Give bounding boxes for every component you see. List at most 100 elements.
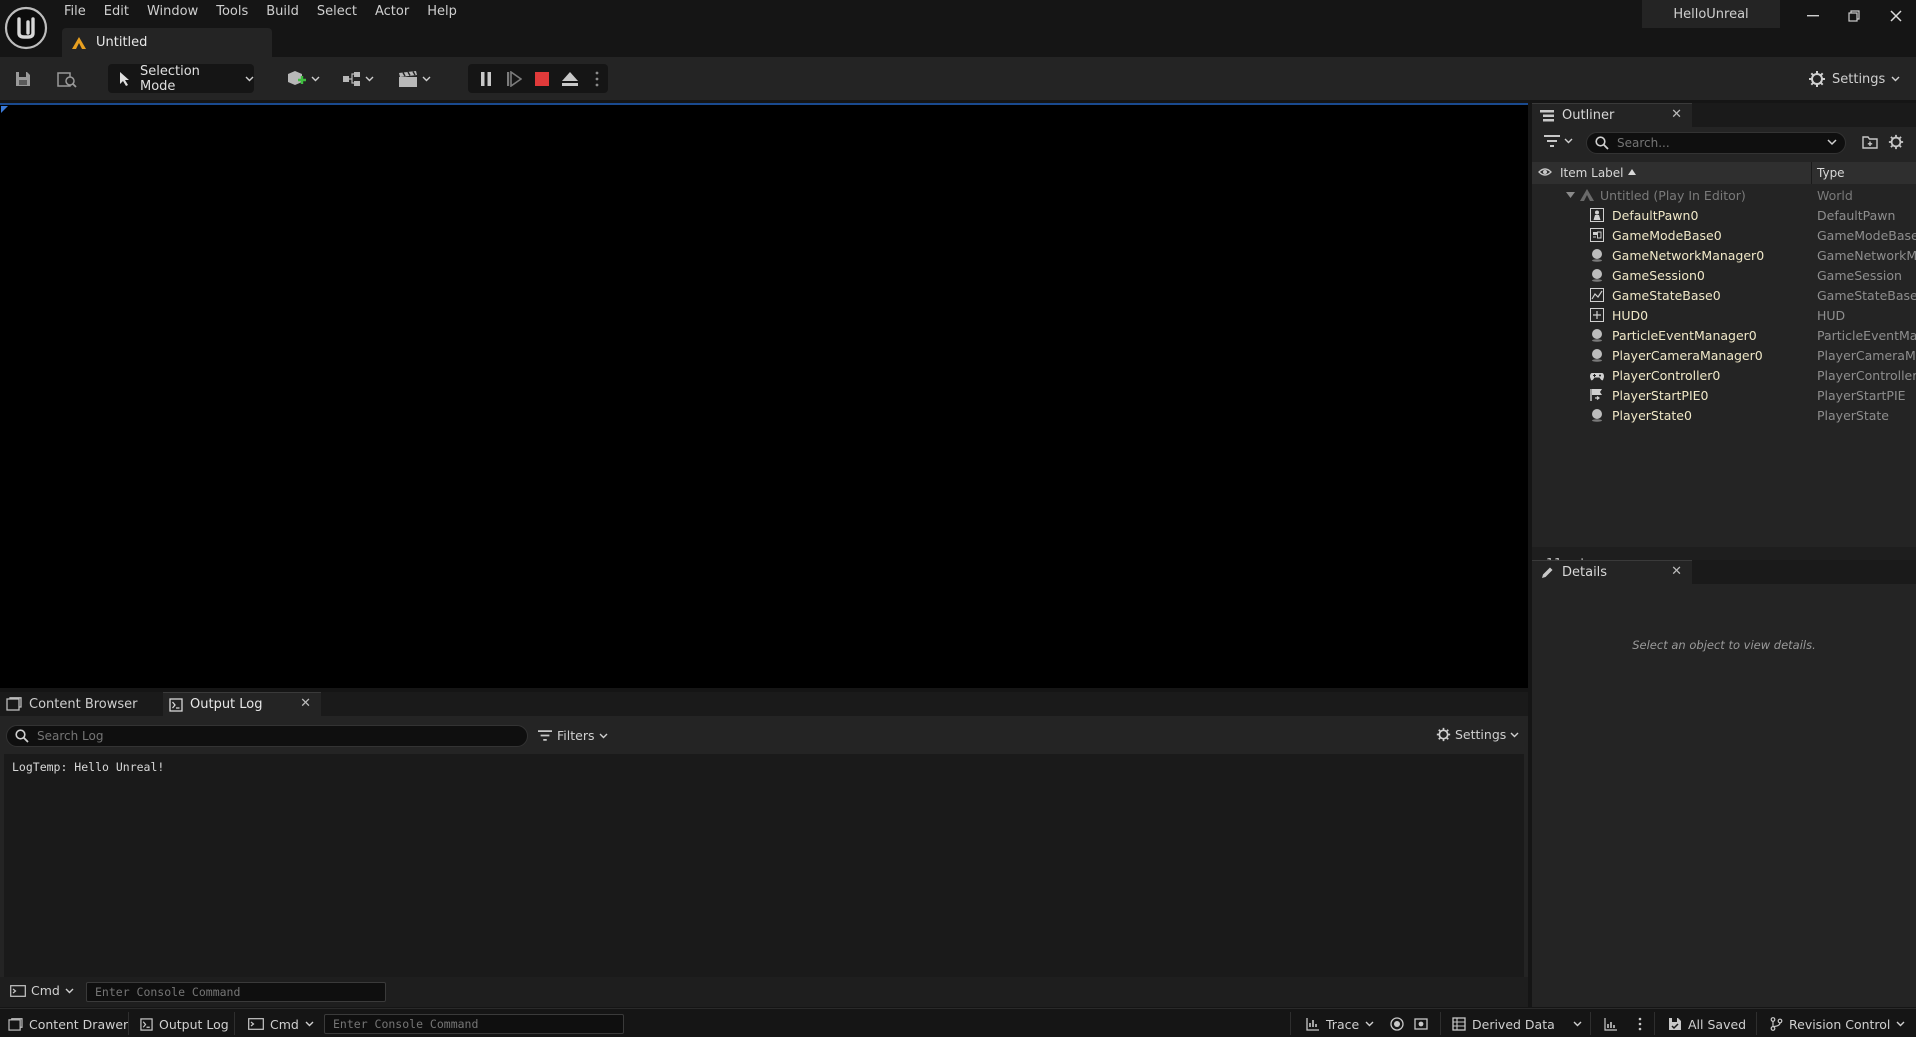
cinematics-button[interactable] xyxy=(396,66,436,92)
menu-edit[interactable]: Edit xyxy=(96,0,139,24)
actor-type: PlayerController xyxy=(1817,367,1916,383)
tree-row[interactable]: GameSession0 GameSession xyxy=(1532,265,1916,285)
tree-row[interactable]: PlayerCameraManager0 PlayerCameraM xyxy=(1532,345,1916,365)
actor-sphere-icon xyxy=(1590,248,1604,262)
console-command-input[interactable] xyxy=(87,983,385,1001)
tree-row[interactable]: GameStateBase0 GameStateBase xyxy=(1532,285,1916,305)
close-icon[interactable]: ✕ xyxy=(1671,107,1682,122)
gear-icon[interactable] xyxy=(1888,134,1904,150)
cmd-dropdown[interactable]: Cmd xyxy=(10,983,74,998)
selection-mode-dropdown[interactable]: Selection Mode xyxy=(108,64,254,94)
more-options-icon[interactable] xyxy=(592,66,602,92)
status-cmd-dropdown[interactable]: Cmd xyxy=(248,1015,314,1033)
expand-arrow-icon[interactable] xyxy=(1566,192,1575,198)
log-output[interactable]: LogTemp: Hello Unreal! xyxy=(4,754,1524,980)
revision-control-dropdown[interactable]: Revision Control xyxy=(1770,1015,1905,1033)
chevron-down-icon xyxy=(65,988,74,994)
outliner-body: Item Label Type Untitled (Play In Editor… xyxy=(1532,127,1916,579)
world-name: Untitled (Play In Editor) xyxy=(1600,187,1746,203)
title-bar: File Edit Window Tools Build Select Acto… xyxy=(0,0,1916,57)
menu-window[interactable]: Window xyxy=(139,0,208,24)
tree-row[interactable]: PlayerState0 PlayerState xyxy=(1532,405,1916,425)
menu-file[interactable]: File xyxy=(56,0,96,24)
close-icon[interactable]: ✕ xyxy=(300,696,311,711)
chevron-down-icon xyxy=(1891,76,1900,82)
pause-icon[interactable] xyxy=(476,66,496,92)
add-actor-button[interactable] xyxy=(284,66,324,92)
chevron-down-icon xyxy=(245,76,254,82)
level-viewport[interactable] xyxy=(0,103,1528,688)
content-drawer-button[interactable]: Content Drawer xyxy=(8,1015,128,1033)
eject-icon[interactable] xyxy=(560,66,580,92)
screenshot-icon[interactable] xyxy=(1414,1015,1428,1033)
restore-button[interactable] xyxy=(1837,4,1871,28)
source-control-icon[interactable] xyxy=(1604,1015,1618,1033)
game-mode-icon xyxy=(1590,228,1604,242)
filters-button[interactable]: Filters xyxy=(538,728,608,743)
column-type[interactable]: Type xyxy=(1817,166,1845,180)
menu-select[interactable]: Select xyxy=(309,0,367,24)
details-tab[interactable]: Details ✕ xyxy=(1532,560,1692,584)
actor-sphere-icon xyxy=(1590,328,1604,342)
actor-type: PlayerStartPIE xyxy=(1817,387,1906,403)
status-console-command-input[interactable] xyxy=(325,1015,623,1033)
tree-row[interactable]: GameNetworkManager0 GameNetworkM xyxy=(1532,245,1916,265)
browse-level-icon[interactable] xyxy=(54,66,80,92)
tree-row[interactable]: PlayerStartPIE0 PlayerStartPIE xyxy=(1532,385,1916,405)
tree-row-world[interactable]: Untitled (Play In Editor) World xyxy=(1532,185,1916,205)
tree-row[interactable]: ParticleEventManager0 ParticleEventMa xyxy=(1532,325,1916,345)
hud-icon xyxy=(1590,308,1604,322)
tab-output-log[interactable]: Output Log ✕ xyxy=(163,692,321,716)
close-window-button[interactable] xyxy=(1879,4,1913,28)
actor-type: DefaultPawn xyxy=(1817,207,1896,223)
menu-tools[interactable]: Tools xyxy=(208,0,258,24)
toolbar-settings-button[interactable]: Settings xyxy=(1808,66,1900,92)
column-item-label[interactable]: Item Label xyxy=(1560,166,1624,180)
toolbar-settings-label: Settings xyxy=(1832,71,1886,87)
save-icon[interactable] xyxy=(12,66,34,92)
level-tab[interactable]: Untitled xyxy=(62,28,272,57)
outliner-tab[interactable]: Outliner ✕ xyxy=(1532,103,1692,127)
trace-dropdown[interactable]: Trace xyxy=(1306,1015,1374,1033)
game-state-icon xyxy=(1590,288,1604,302)
filter-icon xyxy=(538,730,552,741)
log-search-box[interactable] xyxy=(6,725,528,747)
record-icon[interactable] xyxy=(1390,1015,1404,1033)
outliner-panel: Outliner ✕ Search... Item Label Type Unt… xyxy=(1532,103,1916,579)
trace-icon xyxy=(1306,1017,1320,1031)
stop-icon[interactable] xyxy=(532,66,552,92)
log-search-input[interactable] xyxy=(37,729,517,743)
tree-row[interactable]: DefaultPawn0 DefaultPawn xyxy=(1532,205,1916,225)
menu-build[interactable]: Build xyxy=(258,0,309,24)
outliner-search-box[interactable] xyxy=(1586,132,1846,154)
status-console-command-box[interactable] xyxy=(324,1014,624,1034)
close-icon[interactable]: ✕ xyxy=(1671,564,1682,579)
filter-button[interactable] xyxy=(1544,135,1573,147)
status-output-log-button[interactable]: Output Log xyxy=(140,1015,229,1033)
trace-label: Trace xyxy=(1326,1016,1360,1032)
tree-row[interactable]: PlayerController0 PlayerController xyxy=(1532,365,1916,385)
bottom-panel: Content Browser Output Log ✕ Filters xyxy=(0,692,1528,1007)
menu-help[interactable]: Help xyxy=(419,0,467,24)
derived-data-dropdown[interactable]: Derived Data xyxy=(1452,1015,1582,1033)
minimize-button[interactable] xyxy=(1796,4,1830,28)
visibility-eye-icon[interactable] xyxy=(1538,167,1552,177)
blueprint-menu-button[interactable] xyxy=(340,66,380,92)
frame-skip-icon[interactable] xyxy=(504,66,524,92)
more-options-icon[interactable] xyxy=(1638,1015,1642,1033)
outliner-search-input[interactable] xyxy=(1617,136,1817,150)
database-icon xyxy=(1452,1017,1466,1031)
all-saved-button[interactable]: All Saved xyxy=(1668,1015,1746,1033)
tab-content-browser[interactable]: Content Browser xyxy=(0,692,160,716)
menu-actor[interactable]: Actor xyxy=(367,0,419,24)
chevron-down-icon xyxy=(1896,1021,1905,1027)
log-settings-button[interactable]: Settings xyxy=(1436,727,1519,742)
unreal-logo-icon[interactable] xyxy=(4,6,48,50)
console-command-box[interactable] xyxy=(86,982,386,1002)
add-folder-icon[interactable] xyxy=(1862,135,1878,149)
tree-row[interactable]: HUD0 HUD xyxy=(1532,305,1916,325)
output-log-icon xyxy=(140,1017,153,1031)
chevron-down-icon[interactable] xyxy=(1827,139,1837,146)
column-divider[interactable] xyxy=(1811,162,1812,184)
tree-row[interactable]: GameModeBase0 GameModeBase xyxy=(1532,225,1916,245)
